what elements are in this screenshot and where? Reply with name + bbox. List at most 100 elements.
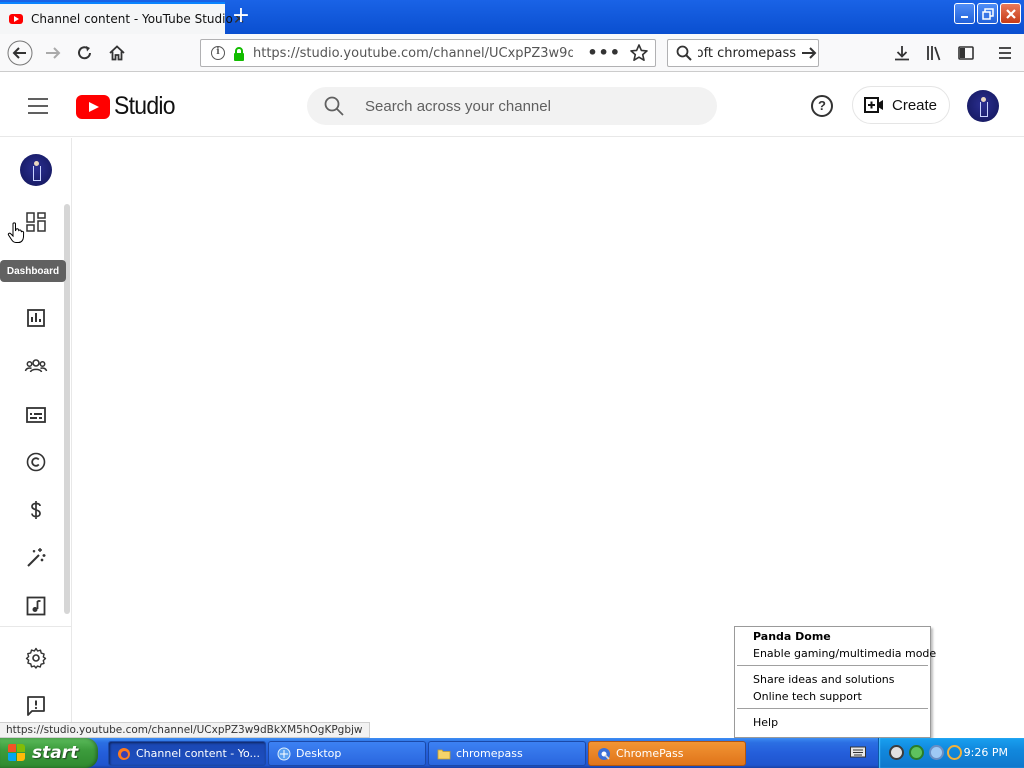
forward-button[interactable]: [40, 41, 66, 65]
taskbar-item-chromepass-folder[interactable]: chromepass: [428, 741, 586, 766]
sidebar-item-subtitles[interactable]: [24, 403, 48, 427]
menu-separator: [737, 708, 928, 710]
copyright-icon: [26, 452, 46, 472]
reload-button[interactable]: [72, 41, 98, 65]
channel-search-placeholder[interactable]: Search across your channel: [365, 98, 551, 115]
taskbar-item-chromepass-app[interactable]: ChromePass: [588, 741, 746, 766]
back-button[interactable]: [7, 40, 33, 66]
search-tray-icon[interactable]: [947, 745, 962, 760]
address-bar[interactable]: i https://studio.youtube.com/channel/UCx…: [200, 39, 656, 67]
close-window-button[interactable]: [1000, 3, 1021, 24]
dollar-icon: [31, 501, 41, 519]
community-icon: [24, 359, 48, 373]
taskbar-item-browser[interactable]: Channel content - Yo...: [108, 741, 266, 766]
menu-separator: [737, 665, 928, 667]
create-video-icon: [864, 97, 883, 113]
sidebar-item-analytics[interactable]: [24, 306, 48, 330]
browser-tab[interactable]: Channel content - YouTube Studio ✕: [0, 2, 245, 34]
minimize-button[interactable]: [954, 3, 975, 24]
feedback-icon: [27, 696, 45, 716]
back-arrow-icon: [7, 40, 33, 66]
restore-icon: [981, 7, 994, 20]
gear-icon: [25, 647, 47, 669]
channel-search[interactable]: Search across your channel: [307, 87, 717, 125]
tab-title: Channel content - YouTube Studio: [31, 12, 233, 26]
browser-tab-bar: Channel content - YouTube Studio ✕ +: [0, 0, 1024, 34]
lock-icon: [233, 46, 245, 61]
status-bar-link: https://studio.youtube.com/channel/UCxpP…: [0, 722, 370, 738]
help-button[interactable]: ?: [811, 95, 833, 117]
windows-taskbar: start Channel content - Yo... Desktop ch…: [0, 738, 1024, 768]
library-button[interactable]: [921, 41, 947, 65]
channel-avatar[interactable]: [20, 154, 52, 186]
menu-button[interactable]: [992, 41, 1018, 65]
sidebar-item-audio-library[interactable]: [24, 594, 48, 618]
new-tab-button[interactable]: +: [228, 4, 254, 30]
library-icon: [927, 46, 941, 61]
panda-tray-icon[interactable]: [889, 745, 904, 760]
studio-menu-button[interactable]: [28, 98, 48, 119]
sidebar-icon: [958, 46, 974, 60]
restore-button[interactable]: [977, 3, 998, 24]
hand-cursor-icon: [7, 222, 25, 243]
youtube-logo-icon: [76, 94, 110, 119]
menu-item-online-support[interactable]: Online tech support: [753, 690, 862, 703]
menu-item-share-ideas[interactable]: Share ideas and solutions: [753, 673, 895, 686]
downloads-button[interactable]: [889, 41, 915, 65]
studio-logo-text: Studio: [114, 92, 176, 120]
reload-icon: [78, 46, 91, 60]
magic-wand-icon: [27, 548, 46, 567]
url-text[interactable]: https://studio.youtube.com/channel/UCxpP…: [253, 46, 573, 61]
menu-item-help[interactable]: Help: [753, 716, 778, 729]
search-icon: [676, 45, 692, 61]
tray-context-menu: Panda Dome Enable gaming/multimedia mode…: [734, 626, 936, 738]
sidebar-toggle-button[interactable]: [953, 41, 979, 65]
studio-sidebar: Dashboard: [0, 138, 72, 738]
sidebar-item-copyright[interactable]: [24, 450, 48, 474]
taskbar-item-desktop[interactable]: Desktop: [268, 741, 426, 766]
search-input[interactable]: soft chromepass: [698, 46, 796, 61]
desktop-icon: [277, 747, 291, 760]
sidebar-item-settings[interactable]: [24, 646, 48, 670]
account-avatar[interactable]: [967, 90, 999, 122]
go-arrow-icon[interactable]: [800, 44, 818, 62]
sidebar-item-dashboard[interactable]: [24, 210, 48, 234]
taskbar-item-label: Channel content - Yo...: [136, 747, 261, 760]
download-icon: [895, 46, 909, 61]
page-actions-button[interactable]: •••: [587, 43, 621, 62]
browser-nav-bar: i https://studio.youtube.com/channel/UCx…: [0, 34, 1024, 72]
create-button[interactable]: Create: [852, 86, 950, 124]
dashboard-icon: [26, 212, 46, 232]
browser-search-bar[interactable]: soft chromepass: [667, 39, 819, 67]
chromepass-app-icon: [598, 747, 610, 760]
home-button[interactable]: [104, 41, 130, 65]
close-icon: [1005, 8, 1016, 19]
studio-header: Studio Search across your channel ? Crea…: [0, 73, 1024, 137]
taskbar-item-label: ChromePass: [616, 747, 684, 760]
context-menu-title: Panda Dome: [753, 630, 831, 643]
sidebar-item-earn[interactable]: [24, 498, 48, 522]
bookmark-star-icon[interactable]: [629, 43, 649, 63]
network-tray-icon[interactable]: [909, 745, 924, 760]
hamburger-menu-icon: [999, 47, 1011, 59]
sidebar-item-community[interactable]: [24, 354, 48, 378]
sidebar-item-customization[interactable]: [24, 546, 48, 570]
start-button[interactable]: start: [0, 738, 98, 768]
taskbar-item-label: Desktop: [296, 747, 342, 760]
windows-logo-icon: [8, 744, 26, 762]
analytics-icon: [27, 309, 45, 327]
dashboard-tooltip: Dashboard: [0, 260, 66, 282]
site-info-icon[interactable]: i: [211, 46, 225, 60]
taskbar-clock: 9:26 PM: [963, 746, 1008, 759]
screen: Channel content - YouTube Studio ✕ + i h…: [0, 0, 1024, 768]
create-label: Create: [892, 96, 938, 114]
studio-logo[interactable]: Studio: [76, 92, 180, 121]
menu-item-gaming-mode[interactable]: Enable gaming/multimedia mode: [753, 647, 936, 660]
sidebar-item-send-feedback[interactable]: [24, 694, 48, 718]
security-tray-icon[interactable]: [929, 745, 944, 760]
taskbar-item-label: chromepass: [456, 747, 523, 760]
minimize-icon: [960, 15, 968, 18]
search-icon: [324, 96, 344, 116]
window-controls: [954, 3, 1021, 24]
keyboard-icon[interactable]: [850, 746, 866, 758]
